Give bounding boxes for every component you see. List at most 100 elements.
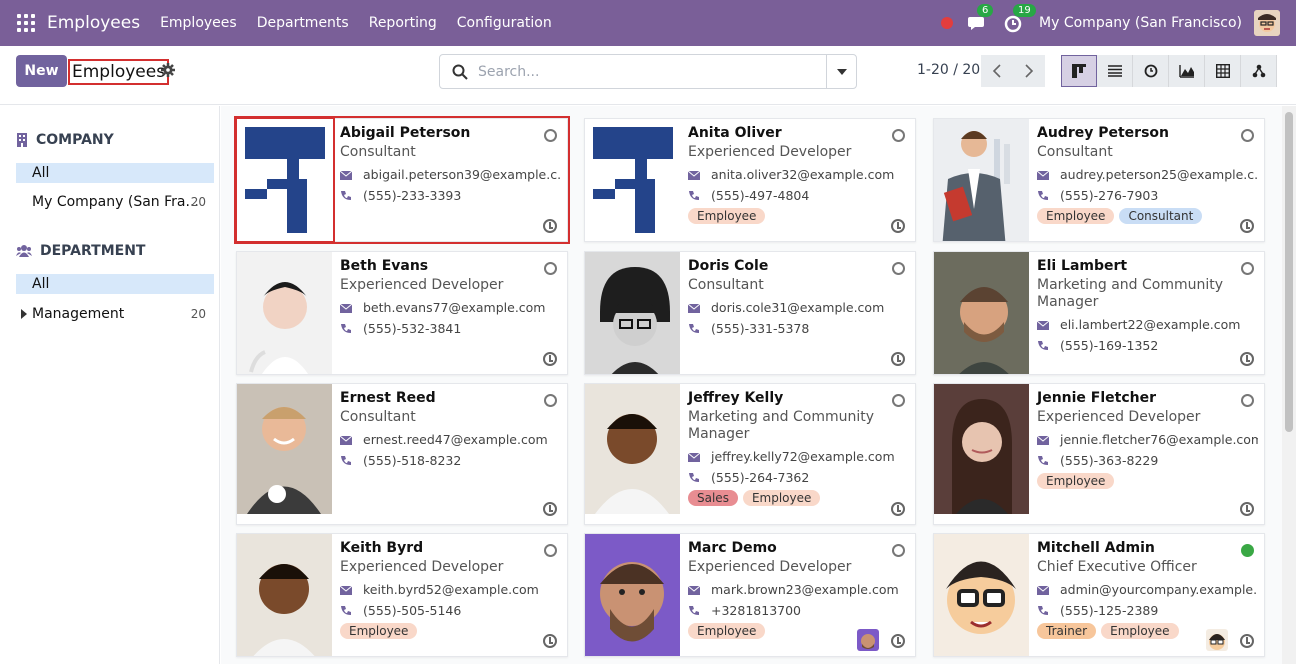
employee-phone: (555)-264-7362 <box>688 470 909 485</box>
activity-clock-icon[interactable] <box>543 352 557 366</box>
table-icon <box>1215 64 1230 78</box>
kanban-view-button[interactable] <box>1061 55 1097 87</box>
employee-card[interactable]: Anita Oliver Experienced Developer anita.o… <box>584 118 916 242</box>
tag-badge[interactable]: Employee <box>340 623 418 639</box>
tag-list: Employee <box>688 208 909 224</box>
manager-avatar[interactable] <box>857 629 879 651</box>
activity-clock-icon[interactable] <box>1240 634 1254 648</box>
employee-job-title: Chief Executive Officer <box>1037 559 1197 575</box>
search-bar[interactable]: Search... <box>439 54 857 89</box>
employee-phone: (555)-363-8229 <box>1037 453 1258 468</box>
employee-photo <box>237 534 332 656</box>
company-filter-my-company[interactable]: My Company (San Fra... 20 <box>16 192 214 212</box>
new-button[interactable]: New <box>16 55 67 87</box>
employee-phone: (555)-532-3841 <box>340 321 561 336</box>
employee-email: jeffrey.kelly72@example.com <box>688 449 909 464</box>
tag-badge[interactable]: Employee <box>688 208 766 224</box>
messages-button[interactable]: 6 <box>967 4 994 34</box>
menu-employees[interactable]: Employees <box>160 15 237 31</box>
menu-departments[interactable]: Departments <box>257 15 349 31</box>
employee-photo <box>237 119 332 241</box>
employee-photo <box>934 534 1029 656</box>
tag-badge[interactable]: Employee <box>688 623 766 639</box>
activity-clock-icon[interactable] <box>891 502 905 516</box>
activity-clock-icon[interactable] <box>543 502 557 516</box>
phone-icon <box>689 472 699 482</box>
pager-next-button[interactable] <box>1013 55 1045 87</box>
phone-text: (555)-125-2389 <box>1060 603 1159 618</box>
employee-card[interactable]: Abigail Peterson Consultant abigail.peters… <box>234 116 570 244</box>
tag-badge[interactable]: Consultant <box>1119 208 1203 224</box>
menu-reporting[interactable]: Reporting <box>369 15 437 31</box>
employee-card[interactable]: Audrey Peterson Consultant audrey.peterson… <box>933 118 1265 242</box>
employee-name: Mitchell Admin <box>1037 540 1155 556</box>
employee-card[interactable]: Mitchell Admin Chief Executive Officer adm… <box>933 533 1265 657</box>
hierarchy-view-button[interactable] <box>1241 55 1277 87</box>
gear-icon[interactable] <box>161 63 175 77</box>
search-input[interactable]: Search... <box>478 64 539 80</box>
user-avatar[interactable] <box>1254 10 1280 36</box>
activity-clock-icon[interactable] <box>1240 502 1254 516</box>
pivot-view-button[interactable] <box>1205 55 1241 87</box>
activity-clock-icon[interactable] <box>891 219 905 233</box>
scrollbar-thumb[interactable] <box>1285 112 1293 432</box>
employee-job-title: Consultant <box>1037 144 1113 160</box>
activity-clock-icon[interactable] <box>543 219 557 233</box>
chevron-right-icon <box>1025 64 1034 78</box>
phone-icon <box>1038 455 1048 465</box>
tag-badge[interactable]: Employee <box>1037 208 1115 224</box>
employee-name: Marc Demo <box>688 540 777 556</box>
envelope-icon <box>340 170 352 180</box>
manager-avatar[interactable] <box>1206 629 1228 651</box>
department-filter-all[interactable]: All <box>16 274 214 294</box>
employee-card[interactable]: Beth Evans Experienced Developer beth.evan… <box>236 251 568 375</box>
list-view-button[interactable] <box>1097 55 1133 87</box>
graph-view-button[interactable] <box>1169 55 1205 87</box>
activities-button[interactable]: 19 <box>1003 4 1036 34</box>
activity-clock-icon[interactable] <box>891 352 905 366</box>
caret-right-icon[interactable] <box>21 309 27 319</box>
employee-photo <box>237 252 332 374</box>
tag-badge[interactable]: Employee <box>742 490 821 506</box>
debug-indicator-icon[interactable] <box>941 17 954 29</box>
employee-card[interactable]: Marc Demo Experienced Developer mark.brown… <box>584 533 916 657</box>
filter-count: 20 <box>190 307 206 321</box>
apps-menu-icon[interactable] <box>17 14 35 32</box>
tag-badge[interactable]: Employee <box>1101 623 1179 639</box>
activity-clock-icon[interactable] <box>891 634 905 648</box>
pager-value[interactable]: 1-20 / 20 <box>917 62 980 78</box>
tag-badge[interactable]: Sales <box>688 490 738 506</box>
company-filter-all[interactable]: All <box>16 163 214 183</box>
clock-icon <box>1144 64 1157 78</box>
tag-badge[interactable]: Employee <box>1037 473 1115 489</box>
app-name[interactable]: Employees <box>47 13 140 33</box>
employee-job-title: Experienced Developer <box>1037 409 1201 425</box>
employee-card[interactable]: Keith Byrd Experienced Developer keith.byr… <box>236 533 568 657</box>
area-chart-icon <box>1178 65 1194 78</box>
employee-card[interactable]: Ernest Reed Consultant ernest.reed47@examp… <box>236 383 568 525</box>
phone-text: (555)-276-7903 <box>1060 188 1159 203</box>
employee-card[interactable]: Doris Cole Consultant doris.cole31@example… <box>584 251 916 375</box>
scrollbar[interactable] <box>1282 106 1296 664</box>
activity-clock-icon[interactable] <box>543 634 557 648</box>
control-panel: New Employees Search... 1-20 / 20 <box>0 46 1296 105</box>
menu-configuration[interactable]: Configuration <box>457 15 552 31</box>
department-filter-management[interactable]: Management 20 <box>16 304 214 324</box>
activity-clock-icon[interactable] <box>1240 219 1254 233</box>
search-options-toggle[interactable] <box>826 55 856 88</box>
employee-email: admin@yourcompany.example... <box>1037 582 1258 597</box>
phone-text: (555)-532-3841 <box>363 321 462 336</box>
company-switcher[interactable]: My Company (San Francisco) <box>1039 15 1242 31</box>
activity-clock-icon[interactable] <box>1240 352 1254 366</box>
phone-text: (555)-169-1352 <box>1060 338 1159 353</box>
email-text: beth.evans77@example.com <box>363 300 546 315</box>
employee-job-title: Experienced Developer <box>688 559 852 575</box>
employee-card[interactable]: Jennie Fletcher Experienced Developer jenn… <box>933 383 1265 525</box>
activity-view-button[interactable] <box>1133 55 1169 87</box>
employee-name: Ernest Reed <box>340 390 436 406</box>
pager-previous-button[interactable] <box>981 55 1013 87</box>
employee-card[interactable]: Eli Lambert Marketing and Community Manag… <box>933 251 1265 375</box>
tag-badge[interactable]: Trainer <box>1037 623 1097 639</box>
envelope-icon <box>340 303 352 313</box>
employee-card[interactable]: Jeffrey Kelly Marketing and Community Man… <box>584 383 916 525</box>
